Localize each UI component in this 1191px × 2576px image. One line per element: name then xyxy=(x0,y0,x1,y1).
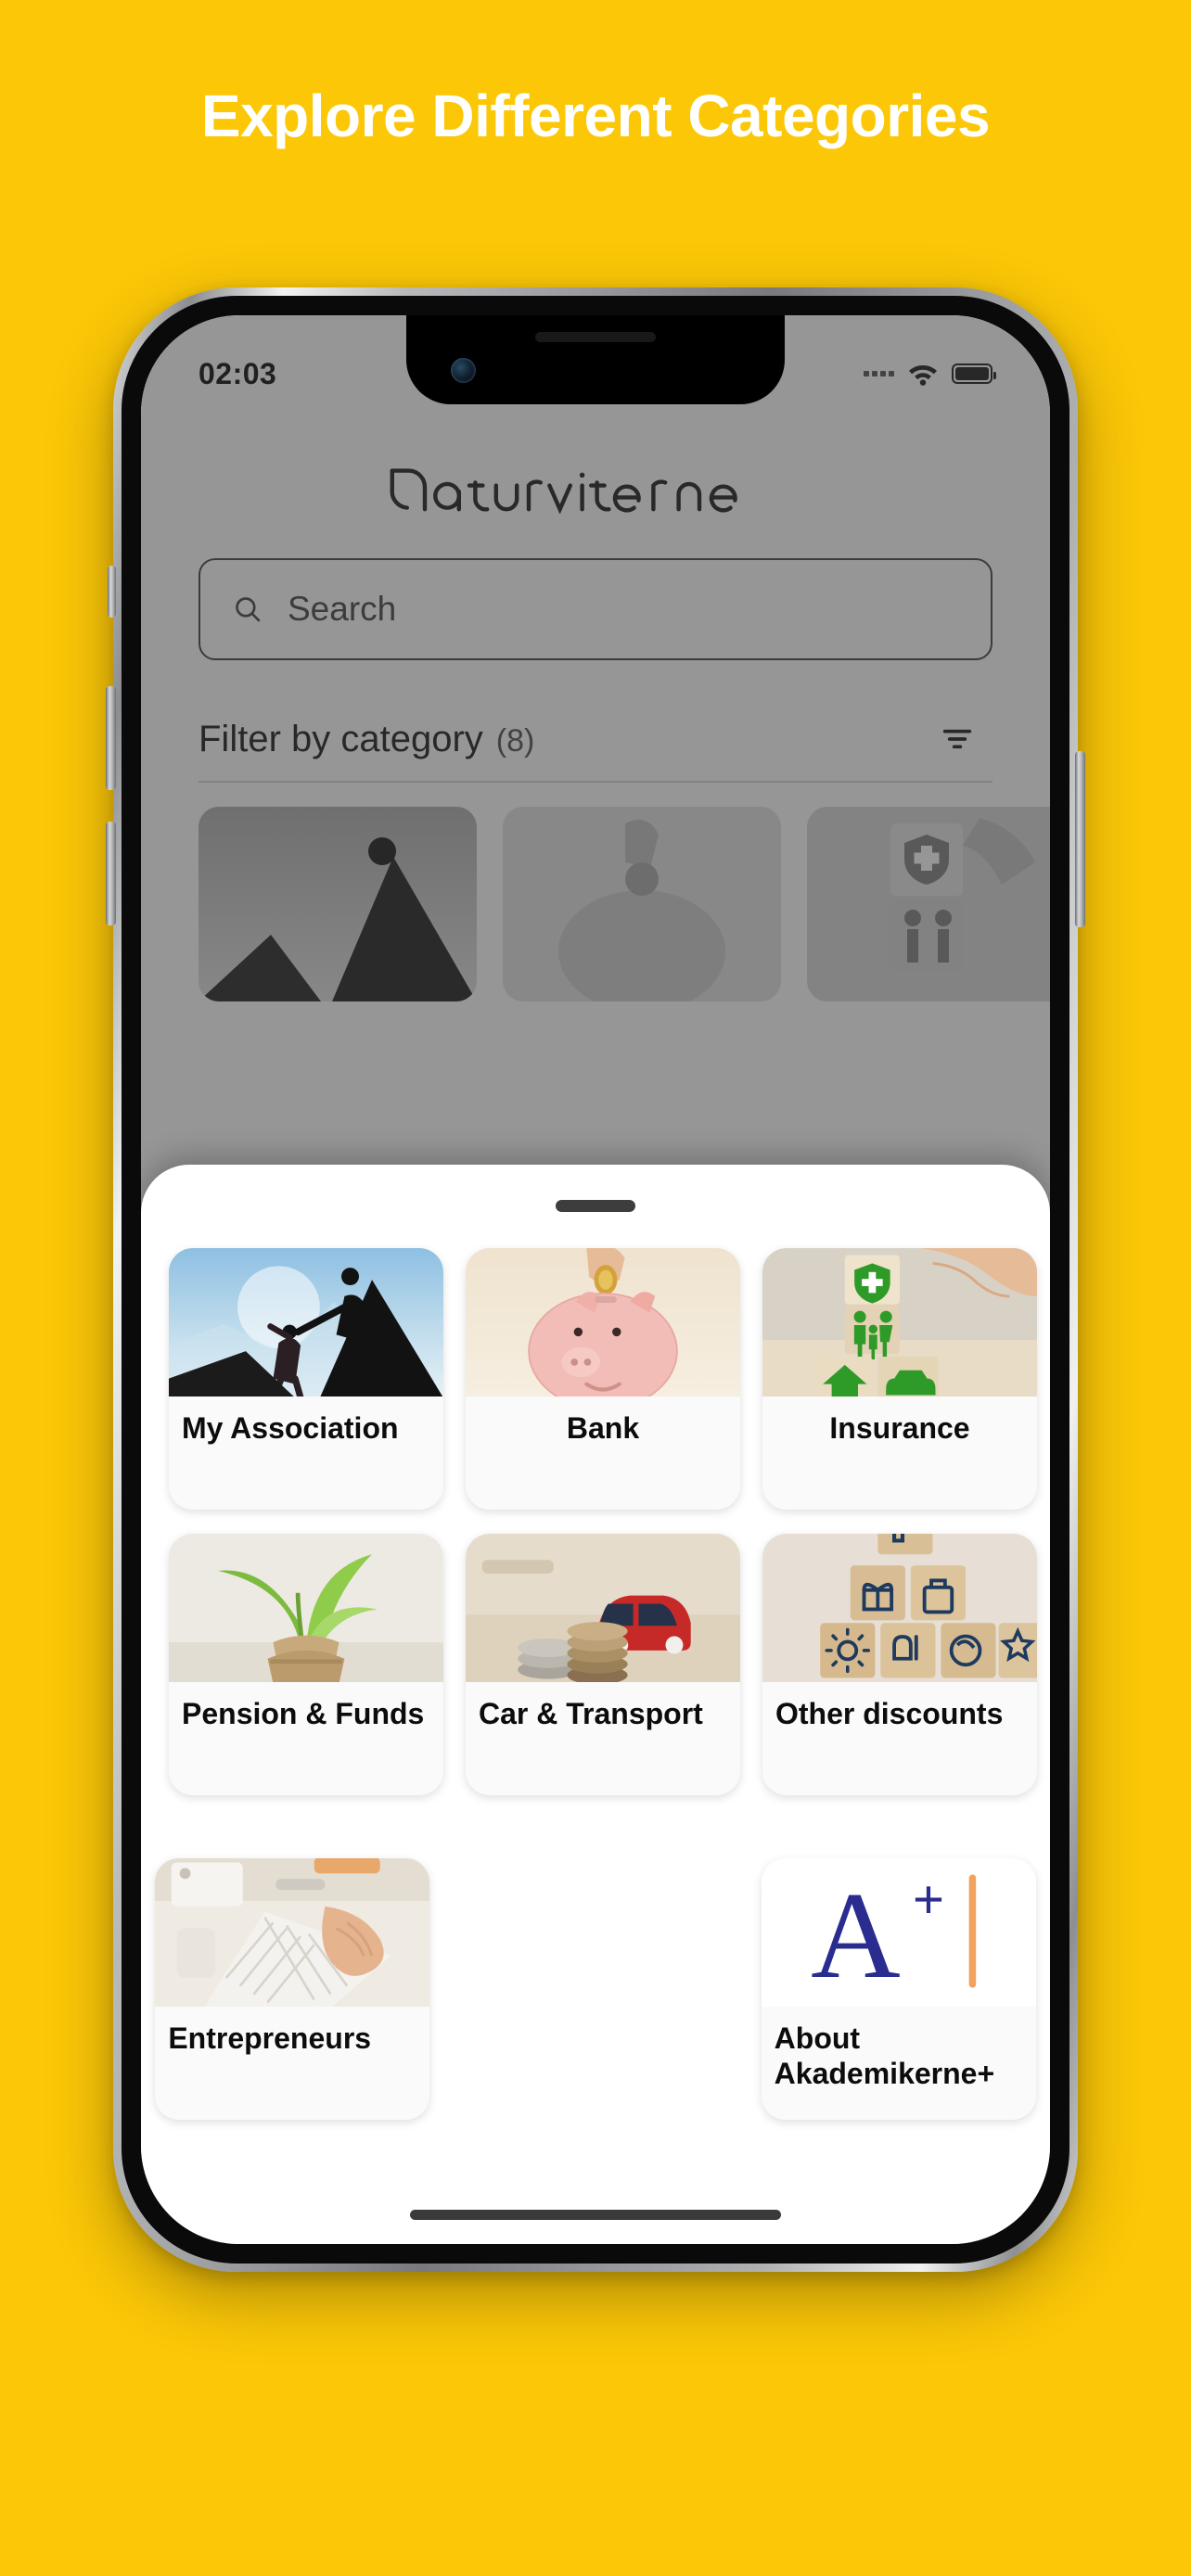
battery-full-icon xyxy=(952,363,996,384)
phone-notch xyxy=(406,315,785,404)
category-card-pension-funds[interactable]: Pension & Funds xyxy=(169,1534,443,1795)
category-label: Insurance xyxy=(829,1411,970,1445)
row3-slot-middle-empty xyxy=(444,1858,748,2120)
mute-switch[interactable] xyxy=(108,566,116,618)
category-bottom-sheet: My Association Bank Insurance Pension & … xyxy=(141,1165,1050,2244)
phone-bezel: 02:03 Search Filter by category (8) My A… xyxy=(122,296,1069,2264)
volume-down-button[interactable] xyxy=(106,822,116,925)
category-label: My Association xyxy=(182,1411,399,1445)
category-card-other-discounts[interactable]: Other discounts xyxy=(762,1534,1037,1795)
category-label: Bank xyxy=(566,1411,640,1445)
phone-mockup: 02:03 Search Filter by category (8) My A… xyxy=(106,287,1085,2272)
category-card-car-transport[interactable]: Car & Transport xyxy=(466,1534,740,1795)
earpiece-speaker xyxy=(535,332,656,342)
phone-screen: 02:03 Search Filter by category (8) My A… xyxy=(141,315,1050,2244)
search-icon xyxy=(236,597,261,622)
hands-on-keyboard-photo xyxy=(155,1858,430,2007)
category-card-entrepreneurs[interactable]: Entrepreneurs xyxy=(155,1858,430,2120)
wooden-icon-blocks-photo xyxy=(762,1534,1037,1682)
svg-text:+: + xyxy=(913,1869,944,1930)
green-insurance-blocks-photo xyxy=(762,1248,1037,1396)
category-card-about-akademikerne[interactable]: A + About Akademikerne+ xyxy=(761,1858,1036,2120)
svg-text:A: A xyxy=(811,1867,901,2004)
front-camera xyxy=(451,358,476,383)
app-logo xyxy=(141,462,1050,518)
category-label: Pension & Funds xyxy=(182,1697,425,1730)
plant-in-burlap-sack-photo xyxy=(169,1534,443,1682)
category-label: Entrepreneurs xyxy=(168,2021,372,2055)
background-card xyxy=(198,807,477,1001)
filter-row: Filter by category (8) xyxy=(198,697,992,781)
category-label: Car & Transport xyxy=(479,1697,703,1730)
piggy-bank-coin-photo xyxy=(466,1248,740,1396)
akademikerne-plus-logo: A + xyxy=(761,1858,1036,2007)
category-card-bank[interactable]: Bank xyxy=(466,1248,740,1510)
category-card-insurance[interactable]: Insurance xyxy=(762,1248,1037,1510)
red-toy-car-coins-photo xyxy=(466,1534,740,1682)
signal-dots-icon xyxy=(864,371,894,376)
background-card xyxy=(503,807,781,1001)
category-grid-row-3: Entrepreneurs A + About Akademikerne+ xyxy=(141,1858,1050,2120)
background-category-strip xyxy=(198,807,1050,1001)
category-grid: My Association Bank Insurance Pension & … xyxy=(169,1248,1050,1795)
filter-icon xyxy=(942,729,972,749)
search-input[interactable]: Search xyxy=(198,558,992,660)
category-label: Other discounts xyxy=(775,1697,1004,1730)
background-card xyxy=(807,807,1050,1001)
filter-button[interactable] xyxy=(922,704,992,774)
volume-up-button[interactable] xyxy=(106,686,116,790)
row3-slot-right: A + About Akademikerne+ xyxy=(747,1858,1050,2120)
row3-slot-left: Entrepreneurs xyxy=(141,1858,444,2120)
filter-divider xyxy=(198,781,992,783)
wifi-icon xyxy=(909,365,937,386)
climbers-helping-hand-photo xyxy=(169,1248,443,1396)
page-title: Explore Different Categories xyxy=(200,83,991,149)
status-bar-time: 02:03 xyxy=(198,356,277,390)
power-button[interactable] xyxy=(1075,751,1085,927)
filter-label: Filter by category xyxy=(198,718,483,759)
category-card-my-association[interactable]: My Association xyxy=(169,1248,443,1510)
filter-count: (8) xyxy=(495,722,535,759)
search-placeholder: Search xyxy=(288,590,397,628)
sheet-drag-handle[interactable] xyxy=(556,1200,635,1212)
category-label: About Akademikerne+ xyxy=(774,2021,995,2090)
home-indicator[interactable] xyxy=(410,2210,781,2220)
